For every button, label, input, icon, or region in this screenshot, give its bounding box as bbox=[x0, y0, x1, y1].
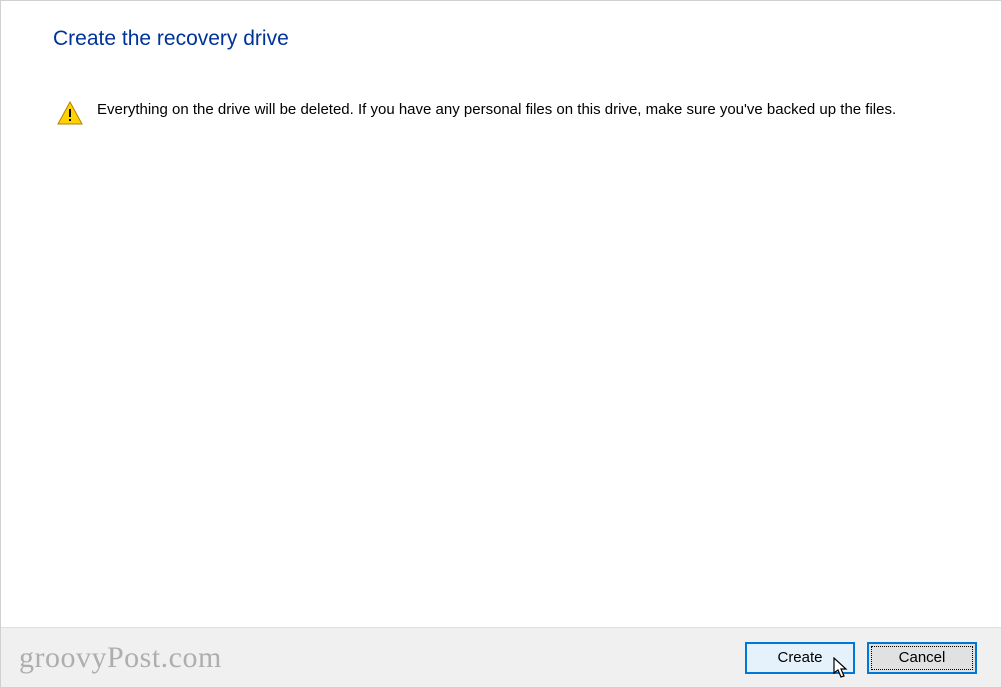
warning-row: Everything on the drive will be deleted.… bbox=[53, 99, 949, 125]
wizard-window: Create the recovery drive Everything on … bbox=[0, 0, 1002, 688]
page-title: Create the recovery drive bbox=[53, 27, 949, 51]
content-area: Create the recovery drive Everything on … bbox=[1, 1, 1001, 627]
warning-icon bbox=[57, 101, 83, 125]
warning-message: Everything on the drive will be deleted.… bbox=[97, 99, 896, 121]
watermark-text: groovyPost.com bbox=[19, 641, 222, 675]
create-button[interactable]: Create bbox=[745, 642, 855, 674]
cancel-button[interactable]: Cancel bbox=[867, 642, 977, 674]
button-bar: groovyPost.com Create Cancel bbox=[1, 627, 1001, 687]
